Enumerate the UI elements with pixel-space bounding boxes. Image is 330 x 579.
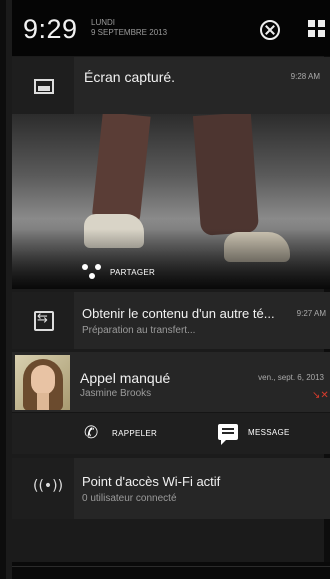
notification-time: 9:27 AM <box>296 309 326 318</box>
notification-subtitle: Préparation au transfert... <box>82 325 196 336</box>
caller-name: Jasmine Brooks <box>80 388 152 399</box>
screenshot-notification[interactable]: Écran capturé. 9:28 AM PARTAGER <box>12 57 330 289</box>
drag-handle[interactable] <box>12 562 330 579</box>
notification-time: ven., sept. 6, 2013 <box>258 373 324 382</box>
notification-icon-box <box>12 292 74 349</box>
phone-icon: ✆ <box>84 423 99 443</box>
clock: 9:29 <box>23 14 78 44</box>
notification-panel: 9:29 LUNDI 9 SEPTEMBRE 2013 Écran captur… <box>0 0 330 579</box>
notification-title: Obtenir le contenu d'un autre té... <box>82 306 275 321</box>
share-button[interactable]: PARTAGER <box>82 261 155 283</box>
notification-title: Écran capturé. <box>84 69 176 85</box>
notification-title: Appel manqué <box>80 370 171 386</box>
notification-title: Point d'accès Wi-Fi actif <box>82 474 221 489</box>
call-back-label: RAPPELER <box>112 428 158 438</box>
notification-icon-box: ((•)) <box>12 458 74 519</box>
share-label: PARTAGER <box>110 267 156 277</box>
avatar <box>15 355 70 410</box>
wifi-hotspot-icon: ((•)) <box>33 478 64 494</box>
missed-call-icon: ↘✕ <box>312 390 329 401</box>
missed-call-notification[interactable]: Appel manqué Jasmine Brooks ven., sept. … <box>12 352 330 454</box>
screenshot-preview[interactable]: PARTAGER <box>12 114 330 289</box>
message-label: MESSAGE <box>248 427 290 437</box>
quick-settings-icon[interactable] <box>308 20 326 38</box>
transfer-notification[interactable]: Obtenir le contenu d'un autre té... Prép… <box>12 292 330 349</box>
call-actions: ✆ RAPPELER MESSAGE <box>12 413 330 454</box>
image-icon <box>34 79 54 94</box>
notification-subtitle: 0 utilisateur connecté <box>82 493 177 504</box>
transfer-icon <box>34 311 54 331</box>
status-header: 9:29 LUNDI 9 SEPTEMBRE 2013 <box>12 0 330 56</box>
notification-time: 9:28 AM <box>290 72 320 81</box>
wifi-hotspot-notification[interactable]: ((•)) Point d'accès Wi-Fi actif 0 utilis… <box>12 458 330 519</box>
date-label: 9 SEPTEMBRE 2013 <box>91 28 168 37</box>
date-block: LUNDI 9 SEPTEMBRE 2013 <box>91 18 167 38</box>
message-icon <box>218 424 238 445</box>
clear-all-icon[interactable] <box>260 20 280 40</box>
call-back-button[interactable]: ✆ RAPPELER <box>84 424 157 442</box>
message-button[interactable]: MESSAGE <box>218 424 290 445</box>
day-label: LUNDI <box>91 18 116 27</box>
share-icon <box>82 264 102 280</box>
notification-icon-box <box>12 57 74 114</box>
